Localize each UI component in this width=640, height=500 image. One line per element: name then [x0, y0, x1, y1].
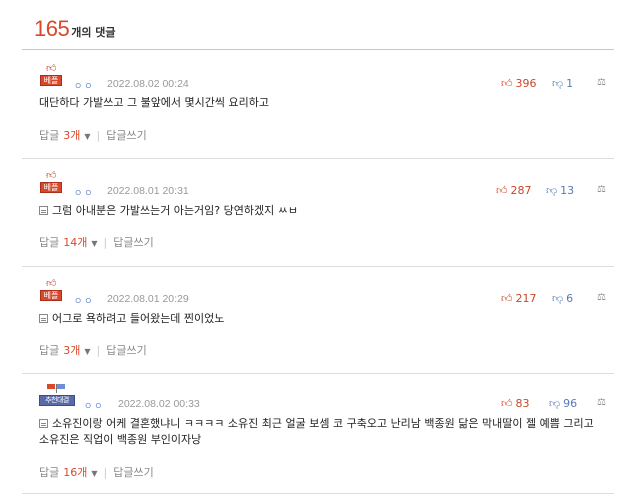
comment-footer: 답글 16개 ▼ | 답글쓰기: [39, 464, 154, 480]
author-nickname[interactable]: ㅇㅇ: [74, 79, 95, 92]
chevron-down-icon: ▼: [84, 347, 91, 356]
write-reply-link[interactable]: 답글쓰기: [106, 342, 146, 358]
chevron-down-icon: ▼: [91, 239, 98, 248]
rank-badge: 추천대결: [39, 384, 75, 407]
comment-text: 대단하다 가발쓰고 그 불앞에서 몇시간씩 요리하고: [39, 96, 270, 109]
reply-count: 16개: [63, 466, 88, 479]
comment-text: 어그로 욕하려고 들어왔는데 찐이었노: [52, 312, 225, 325]
write-reply-link[interactable]: 답글쓰기: [106, 127, 146, 143]
upvote-count: 83: [515, 397, 530, 410]
reply-toggle[interactable]: 답글 14개 ▼: [39, 234, 98, 250]
report-icon[interactable]: ⚖: [597, 77, 606, 88]
downvote-button[interactable]: 👎︎ 13: [546, 184, 574, 197]
comment-footer: 답글 3개 ▼ | 답글쓰기: [39, 127, 147, 143]
comment-meta: 👍︎ 베플 ㅇㅇ 2022.08.01 20:31 👍︎ 287 👎︎ 13 ⚖: [39, 168, 614, 199]
downvote-count: 13: [560, 184, 575, 197]
chevron-down-icon: ▼: [91, 469, 98, 478]
reply-label: 답글: [39, 129, 60, 142]
best-badge: 👍︎ 베플: [39, 64, 65, 87]
reply-toggle[interactable]: 답글 3개 ▼: [39, 342, 91, 358]
downvote-button[interactable]: 👎︎ 1: [552, 77, 573, 90]
upvote-button[interactable]: 👍︎ 83: [501, 397, 530, 410]
comment-item: 👍︎ 베플 ㅇㅇ 2022.08.01 20:29 👍︎ 217 👎︎ 6 ⚖ 어그…: [22, 267, 614, 374]
upvote-button[interactable]: 👍︎ 396: [501, 77, 537, 90]
downvote-count: 6: [566, 292, 574, 305]
memo-icon: [39, 419, 48, 428]
reply-label: 답글: [39, 236, 60, 249]
divider: [22, 49, 614, 50]
comment-date: 2022.08.01 20:31: [107, 185, 189, 197]
comment-count-label: 개의 댓글: [71, 26, 116, 39]
comment-meta: 👍︎ 베플 ㅇㅇ 2022.08.01 20:29 👍︎ 217 👎︎ 6 ⚖: [39, 276, 614, 307]
comment-footer: 답글 3개 ▼ | 답글쓰기: [39, 342, 147, 358]
comment-footer: 답글 14개 ▼ | 답글쓰기: [39, 234, 154, 250]
write-reply-link[interactable]: 답글쓰기: [113, 234, 153, 250]
reply-count: 3개: [63, 129, 81, 142]
thumbs-down-icon: 👎︎: [552, 77, 564, 90]
chevron-down-icon: ▼: [84, 132, 91, 141]
comment-body: 어그로 욕하려고 들어왔는데 찐이었노: [39, 311, 604, 327]
flag-icon: [47, 384, 67, 393]
thumbs-down-icon: 👎︎: [552, 292, 564, 305]
report-icon[interactable]: ⚖: [597, 184, 606, 195]
downvote-button[interactable]: 👎︎ 96: [549, 397, 577, 410]
comment-meta: 추천대결 ㅇㅇ 2022.08.02 00:33 👍︎ 83 👎︎ 96 ⚖: [39, 381, 614, 412]
rank-badge-label: 추천대결: [39, 395, 75, 406]
reply-count: 3개: [63, 344, 81, 357]
write-reply-link[interactable]: 답글쓰기: [113, 464, 153, 480]
comment-count: 165: [34, 16, 70, 41]
downvote-button[interactable]: 👎︎ 6: [552, 292, 573, 305]
separator: |: [96, 128, 101, 142]
author-nickname[interactable]: ㅇㅇ: [74, 294, 95, 307]
author-nickname[interactable]: ㅇㅇ: [84, 399, 105, 412]
upvote-count: 396: [515, 77, 537, 90]
comment-item: 👍︎ 베플 ㅇㅇ 2022.08.02 00:24 👍︎ 396 👎︎ 1 ⚖ 대단…: [22, 51, 614, 159]
comment-date: 2022.08.02 00:33: [118, 398, 200, 410]
best-badge-label: 베플: [40, 182, 62, 193]
comment-meta: 👍︎ 베플 ㅇㅇ 2022.08.02 00:24 👍︎ 396 👎︎ 1 ⚖: [39, 61, 614, 92]
best-badge-label: 베플: [40, 290, 62, 301]
reply-count: 14개: [63, 236, 88, 249]
comment-text: 그럼 아내분은 가발쓰는거 아는거임? 당연하겠지 ㅆㅂ: [52, 204, 298, 217]
thumbs-up-icon: 👍︎: [501, 77, 513, 90]
reply-label: 답글: [39, 466, 60, 479]
best-badge-label: 베플: [40, 75, 62, 86]
best-badge: 👍︎ 베플: [39, 171, 65, 194]
comment-item: 👍︎ 베플 ㅇㅇ 2022.08.01 20:31 👍︎ 287 👎︎ 13 ⚖ 그…: [22, 159, 614, 267]
reply-toggle[interactable]: 답글 3개 ▼: [39, 127, 91, 143]
thumbs-up-icon: 👍︎: [496, 184, 508, 197]
comment-text: 소유진이랑 어케 결혼했냐니 ㅋㅋㅋㅋ 소유진 최근 얼굴 보셈 코 구축오고 …: [39, 417, 594, 446]
thumbs-up-icon: 👍︎: [46, 278, 57, 289]
thumbs-up-icon: 👍︎: [501, 292, 513, 305]
upvote-button[interactable]: 👍︎ 217: [501, 292, 537, 305]
author-nickname[interactable]: ㅇㅇ: [74, 186, 95, 199]
upvote-count: 287: [510, 184, 532, 197]
best-badge: 👍︎ 베플: [39, 279, 65, 302]
downvote-count: 96: [563, 397, 578, 410]
comment-item: 추천대결 ㅇㅇ 2022.08.02 00:33 👍︎ 83 👎︎ 96 ⚖ 소유진…: [22, 374, 614, 494]
separator: |: [103, 235, 108, 249]
reply-label: 답글: [39, 344, 60, 357]
report-icon[interactable]: ⚖: [597, 397, 606, 408]
downvote-count: 1: [566, 77, 574, 90]
thumbs-down-icon: 👎︎: [549, 397, 561, 410]
comment-body: 소유진이랑 어케 결혼했냐니 ㅋㅋㅋㅋ 소유진 최근 얼굴 보셈 코 구축오고 …: [39, 416, 604, 448]
memo-icon: [39, 314, 48, 323]
comment-body: 그럼 아내분은 가발쓰는거 아는거임? 당연하겠지 ㅆㅂ: [39, 203, 604, 219]
upvote-button[interactable]: 👍︎ 287: [496, 184, 532, 197]
memo-icon: [39, 206, 48, 215]
comment-body: 대단하다 가발쓰고 그 불앞에서 몇시간씩 요리하고: [39, 95, 604, 111]
reply-toggle[interactable]: 답글 16개 ▼: [39, 464, 98, 480]
thumbs-up-icon: 👍︎: [501, 397, 513, 410]
thumbs-down-icon: 👎︎: [546, 184, 558, 197]
comment-date: 2022.08.01 20:29: [107, 293, 189, 305]
comments-header: 165 개의 댓글: [34, 16, 116, 46]
thumbs-up-icon: 👍︎: [46, 63, 57, 74]
report-icon[interactable]: ⚖: [597, 292, 606, 303]
separator: |: [96, 343, 101, 357]
thumbs-up-icon: 👍︎: [46, 170, 57, 181]
comment-date: 2022.08.02 00:24: [107, 78, 189, 90]
upvote-count: 217: [515, 292, 537, 305]
separator: |: [103, 465, 108, 479]
